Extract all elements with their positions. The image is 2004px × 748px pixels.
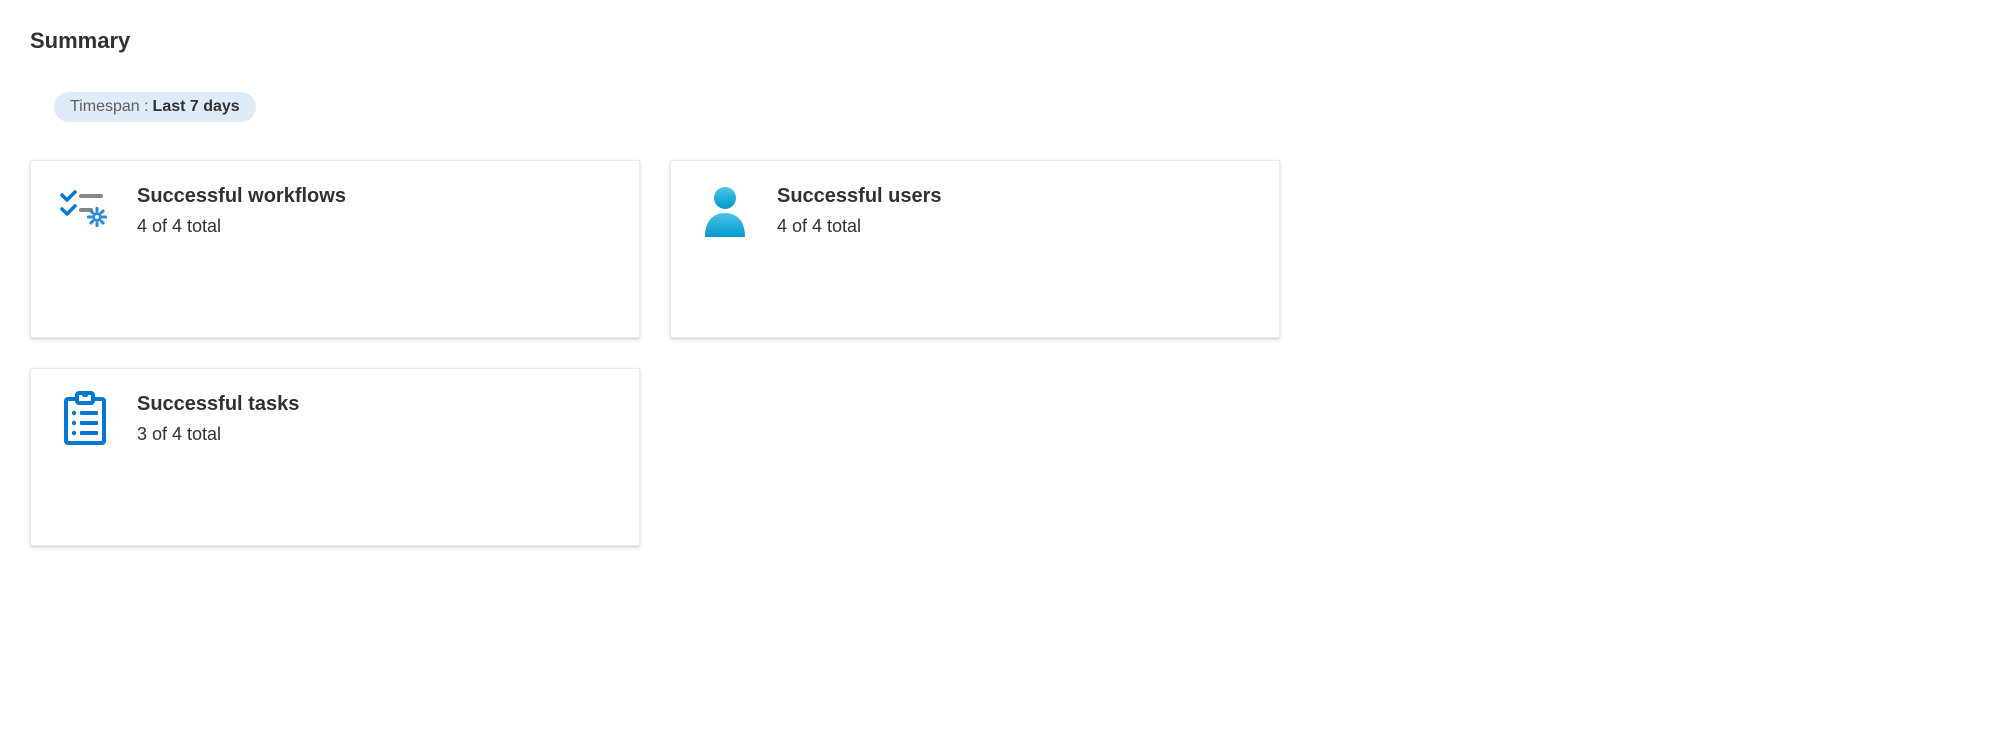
- card-workflows-subtitle: 4 of 4 total: [137, 216, 346, 237]
- card-users-title: Successful users: [777, 185, 942, 208]
- timespan-label: Timespan :: [70, 98, 149, 116]
- timespan-filter[interactable]: Timespan : Last 7 days: [54, 92, 256, 122]
- card-users-subtitle: 4 of 4 total: [777, 216, 942, 237]
- workflows-gear-icon: [57, 183, 113, 239]
- clipboard-icon: [57, 391, 113, 447]
- card-tasks-subtitle: 3 of 4 total: [137, 424, 299, 445]
- summary-cards-grid: Successful workflows 4 of 4 total Succes…: [30, 160, 1310, 546]
- card-workflows-title: Successful workflows: [137, 185, 346, 208]
- page-title: Summary: [30, 28, 1974, 54]
- timespan-value: Last 7 days: [153, 98, 240, 116]
- card-tasks-title: Successful tasks: [137, 393, 299, 416]
- user-icon: [697, 183, 753, 239]
- card-workflows[interactable]: Successful workflows 4 of 4 total: [30, 160, 640, 338]
- card-users[interactable]: Successful users 4 of 4 total: [670, 160, 1280, 338]
- card-tasks[interactable]: Successful tasks 3 of 4 total: [30, 368, 640, 546]
